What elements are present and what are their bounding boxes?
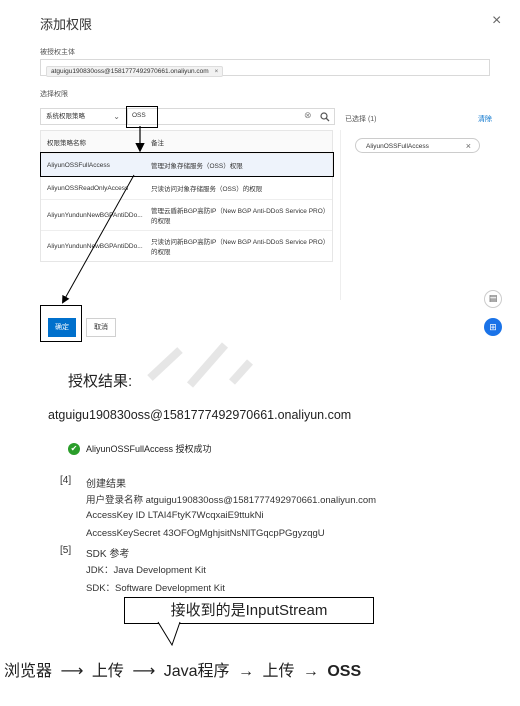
- flow-arrow: ⟶: [60, 663, 84, 680]
- callout-pointer: [157, 621, 181, 647]
- flow-upload: 上传: [91, 663, 124, 680]
- flow-arrow: →: [302, 663, 319, 680]
- flow-upload: 上传: [262, 663, 295, 680]
- flow-arrow: ⟶: [132, 663, 156, 680]
- flow-oss: OSS: [327, 663, 362, 680]
- flow-browser: 浏览器: [4, 663, 53, 680]
- flow-java: Java程序: [163, 663, 230, 680]
- flow-diagram: 浏览器 ⟶ 上传 ⟶ Java程序 → 上传 → OSS: [4, 657, 361, 681]
- flow-arrow: →: [237, 663, 254, 680]
